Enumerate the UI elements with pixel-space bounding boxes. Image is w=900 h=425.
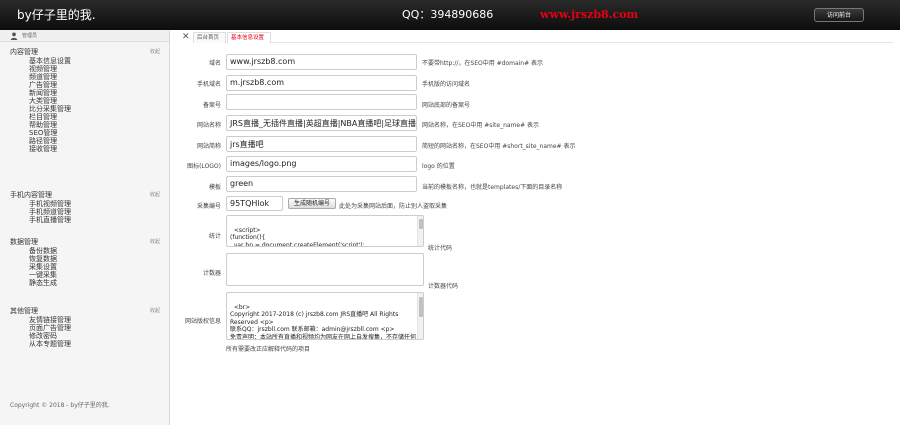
group-title: 数据管理 — [10, 238, 38, 246]
sidebar-item[interactable]: 从本专题管理 — [0, 340, 169, 348]
sidebar-item[interactable]: 备份数据 — [0, 247, 169, 255]
sidebar-item[interactable]: 大类管理 — [0, 97, 169, 105]
group-title: 手机内容管理 — [10, 191, 52, 199]
generate-code-button[interactable]: 生成随机编号 — [288, 198, 336, 209]
template-field[interactable]: green — [226, 176, 417, 192]
mobile-domain-label: 手机域名 — [196, 81, 221, 88]
group-header[interactable]: 数据管理 收起 — [0, 237, 169, 247]
mobile-domain-field[interactable]: m.jrszb8.com — [226, 75, 417, 91]
logo-field[interactable]: images/logo.png — [226, 156, 417, 172]
nav-group-mobile: 手机内容管理 收起 手机视频管理 手机频道管理 手机直播管理 — [0, 190, 169, 224]
stats-textarea[interactable]: <script> (function(){ var bp = document.… — [226, 215, 424, 247]
top-header: by仔子里的我. QQ：394890686 www.jrszb8.com 访问前… — [0, 0, 900, 30]
copyright-textarea[interactable]: <br> Copyright 2017-2018 (c) jrszb8.com … — [226, 292, 424, 340]
scroll-thumb[interactable] — [419, 219, 423, 229]
sidebar-item[interactable]: 页面广告管理 — [0, 324, 169, 332]
sidebar-item[interactable]: 频道管理 — [0, 73, 169, 81]
copyright-label: 网站版权信息 — [184, 318, 221, 325]
username: 管理员 — [22, 33, 38, 39]
beian-label: 备案号 — [202, 102, 221, 109]
sidebar-copyright: Copyright © 2018 - by仔子里的我. — [10, 402, 110, 409]
visit-frontend-button[interactable]: 访问前台 — [814, 8, 864, 22]
scrollbar[interactable] — [417, 216, 423, 246]
collapse-link[interactable]: 收起 — [150, 306, 160, 316]
sidebar-item[interactable]: 手机直播管理 — [0, 216, 169, 224]
collect-code-field[interactable]: 95TQHlok — [226, 196, 283, 211]
sidebar-item[interactable]: 静态生成 — [0, 279, 169, 287]
scrollbar[interactable] — [417, 293, 423, 339]
sidebar-item[interactable]: 新闻管理 — [0, 89, 169, 97]
count-code-label: 计数器 — [202, 270, 221, 277]
user-row: 管理员 — [0, 30, 169, 42]
nav-group-content: 内容管理 收起 基本信息设置 视频管理 频道管理 广告管理 新闻管理 大类管理 … — [0, 47, 169, 153]
short-name-hint: 简短的网站名称，在SEO中用 #short_site_name# 表示 — [422, 143, 576, 150]
site-name-label: 网站名称 — [196, 122, 221, 129]
sidebar-item[interactable]: 修改密码 — [0, 332, 169, 340]
sidebar-item[interactable]: 手机频道管理 — [0, 208, 169, 216]
sidebar-item[interactable]: 视频管理 — [0, 65, 169, 73]
sidebar-item[interactable]: 路径管理 — [0, 137, 169, 145]
domain-hint: 不要带http://，在SEO中用 #domain# 表示 — [422, 60, 544, 67]
count-code-hint: 计数器代码 — [428, 283, 459, 290]
collect-code-label: 采集编号 — [196, 203, 221, 210]
beian-field[interactable] — [226, 94, 417, 110]
sidebar-item[interactable]: 栏目管理 — [0, 113, 169, 121]
sidebar-item[interactable]: 帮助管理 — [0, 121, 169, 129]
sidebar-item[interactable]: SEO管理 — [0, 129, 169, 137]
short-name-field[interactable]: jrs直播吧 — [226, 136, 417, 152]
logo-hint: logo 的位置 — [422, 163, 455, 170]
sidebar-item[interactable]: 采集设置 — [0, 263, 169, 271]
collapse-link[interactable]: 收起 — [150, 47, 160, 57]
sidebar: 管理员 内容管理 收起 基本信息设置 视频管理 频道管理 广告管理 新闻管理 大… — [0, 30, 170, 425]
scroll-thumb[interactable] — [419, 297, 423, 317]
group-header[interactable]: 手机内容管理 收起 — [0, 190, 169, 200]
group-header[interactable]: 其他管理 收起 — [0, 306, 169, 316]
site-name-field[interactable]: JRS直播_无插件直播|英超直播|NBA直播吧|足球直播|低 — [226, 115, 417, 131]
brand-title: by仔子里的我. — [17, 8, 96, 22]
sidebar-item[interactable]: 比分采集管理 — [0, 105, 169, 113]
site-url: www.jrszb8.com — [540, 8, 639, 21]
tab-bar: 后台首页 基本信息设置 — [193, 31, 893, 43]
group-title: 内容管理 — [10, 48, 38, 56]
nav-group-data: 数据管理 收起 备份数据 恢复数据 采集设置 一键采集 静态生成 — [0, 237, 169, 287]
stats-label: 统计 — [208, 233, 221, 240]
stats-hint: 统计代码 — [428, 245, 453, 252]
stats-text: <script> (function(){ var bp = document.… — [230, 226, 365, 247]
domain-field[interactable]: www.jrszb8.com — [226, 54, 417, 70]
collapse-link[interactable]: 收起 — [150, 237, 160, 247]
logo-label: 图标(LOGO) — [187, 163, 221, 170]
template-label: 模板 — [208, 184, 221, 191]
mobile-domain-hint: 手机版的访问域名 — [422, 81, 471, 88]
domain-label: 域名 — [208, 60, 221, 67]
sidebar-item[interactable]: 友情链接管理 — [0, 316, 169, 324]
sidebar-item[interactable]: 接收管理 — [0, 145, 169, 153]
collect-code-hint: 此处为采集网站后面，防止别人盗取采集 — [339, 203, 448, 210]
group-title: 其他管理 — [10, 307, 38, 315]
tab-home[interactable]: 后台首页 — [193, 32, 226, 43]
template-hint: 当前的模板名称，也就是templates/下面的目录名称 — [422, 184, 563, 191]
sidebar-item[interactable]: 恢复数据 — [0, 255, 169, 263]
qq-contact: QQ：394890686 — [402, 8, 494, 21]
collapse-link[interactable]: 收起 — [150, 190, 160, 200]
site-name-hint: 网站名称，在SEO中用 #site_name# 表示 — [422, 122, 540, 129]
sidebar-item[interactable]: 广告管理 — [0, 81, 169, 89]
sidebar-item[interactable]: 一键采集 — [0, 271, 169, 279]
count-code-textarea[interactable] — [226, 253, 424, 286]
beian-hint: 网站底部的备案号 — [422, 102, 471, 109]
copyright-text: <br> Copyright 2017-2018 (c) jrszb8.com … — [230, 303, 417, 340]
nav-group-other: 其他管理 收起 友情链接管理 页面广告管理 修改密码 从本专题管理 — [0, 306, 169, 348]
sidebar-item[interactable]: 手机视频管理 — [0, 200, 169, 208]
tab-basic-settings[interactable]: 基本信息设置 — [227, 32, 271, 43]
group-header[interactable]: 内容管理 收起 — [0, 47, 169, 57]
short-name-label: 网站简称 — [196, 143, 221, 150]
footer-note: 所有需要改正应解释代码的项目 — [226, 346, 311, 353]
close-icon[interactable]: ✕ — [182, 32, 190, 42]
sidebar-item[interactable]: 基本信息设置 — [0, 57, 169, 65]
user-icon — [10, 32, 18, 40]
